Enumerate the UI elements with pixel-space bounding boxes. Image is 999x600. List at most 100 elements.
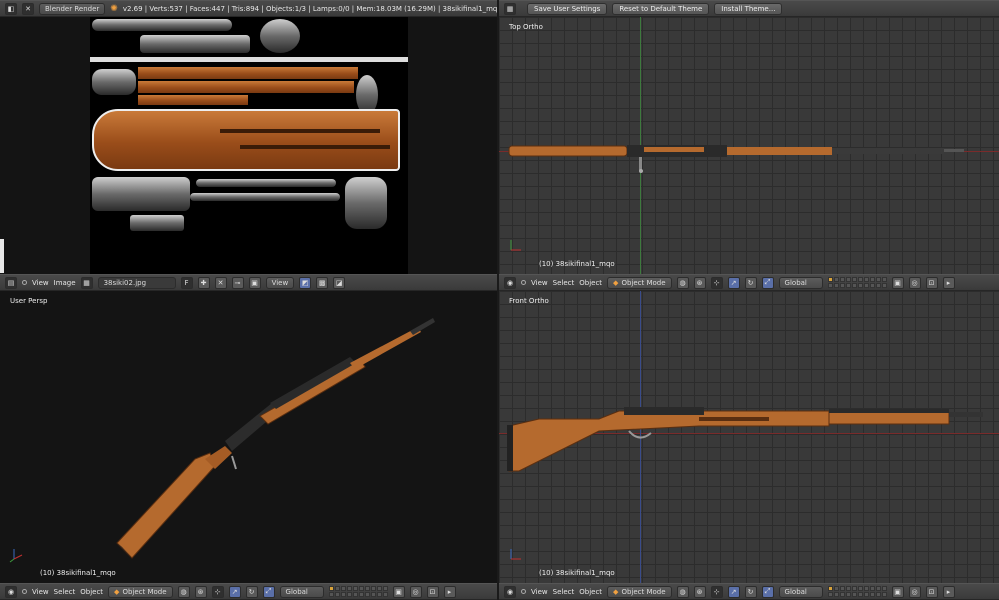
image-menu[interactable]: Image: [54, 279, 76, 287]
menu-toggle-icon[interactable]: [521, 280, 526, 285]
editor-type-icon[interactable]: ◧: [5, 2, 17, 15]
lock-layers-icon[interactable]: ▣: [891, 276, 904, 289]
image-name-label: 38siki02.jpg: [103, 278, 147, 287]
alpha-icon[interactable]: ▩: [316, 276, 329, 289]
view-menu[interactable]: View: [531, 588, 548, 596]
editor-type-icon[interactable]: ▤: [5, 276, 17, 289]
manipulator-toggle-icon[interactable]: ⊹: [710, 276, 723, 289]
view-mode-icon[interactable]: ▣: [248, 276, 261, 289]
lock-layers-icon[interactable]: ▣: [891, 585, 904, 598]
scale-icon[interactable]: ⤢: [262, 585, 275, 598]
object-menu[interactable]: Object: [80, 588, 103, 596]
image-name-field[interactable]: 38siki02.jpg: [97, 276, 176, 289]
unlink-image-icon[interactable]: ✕: [214, 276, 227, 289]
shading-icon[interactable]: ◍: [676, 585, 689, 598]
editor-type-icon[interactable]: ◉: [504, 585, 516, 598]
texture-handguard-top: [138, 67, 358, 79]
view-menu[interactable]: View: [32, 588, 49, 596]
snap-icon[interactable]: ⊡: [925, 585, 938, 598]
manipulator-toggle-icon[interactable]: ⊹: [211, 585, 224, 598]
texture-buttplate: [345, 177, 387, 229]
select-menu[interactable]: Select: [54, 588, 76, 596]
reset-theme-button[interactable]: Reset to Default Theme: [612, 2, 710, 15]
pivot-icon[interactable]: ⊛: [693, 585, 706, 598]
texture-band-part: [92, 69, 136, 95]
editor-type-icon[interactable]: ◉: [504, 276, 516, 289]
proportional-edit-icon[interactable]: ◎: [908, 276, 921, 289]
texture-white-strip: [90, 57, 408, 62]
rotate-icon[interactable]: ↻: [744, 585, 757, 598]
layer-buttons[interactable]: [827, 586, 887, 597]
editor-edge-handle[interactable]: [0, 239, 4, 273]
mode-label: Object Mode: [122, 587, 167, 596]
view-menu[interactable]: View: [32, 279, 49, 287]
axis-gizmo: [9, 549, 23, 563]
mode-select[interactable]: ◆ Object Mode: [607, 585, 672, 598]
object-menu[interactable]: Object: [579, 279, 602, 287]
select-menu[interactable]: Select: [553, 588, 575, 596]
active-object-info: (10) 38sikifinal1_mqo: [40, 569, 116, 577]
layer-buttons[interactable]: [328, 586, 388, 597]
uv-image-editor[interactable]: [0, 17, 497, 274]
render-icon[interactable]: ▸: [443, 585, 456, 598]
editor-type-icon[interactable]: ▦: [504, 2, 516, 15]
texture-handguard-low: [138, 95, 248, 105]
select-menu[interactable]: Select: [553, 279, 575, 287]
user-persp-viewport[interactable]: User Persp (10) 38sikifinal1_mqo: [0, 291, 497, 583]
active-object-info: (10) 38sikifinal1_mqo: [539, 569, 615, 577]
lock-layers-icon[interactable]: ▣: [392, 585, 405, 598]
shading-icon[interactable]: ◍: [676, 276, 689, 289]
image-browse-icon[interactable]: ▦: [80, 276, 93, 289]
mode-select[interactable]: ◆ Object Mode: [607, 276, 672, 289]
rotate-icon[interactable]: ↻: [245, 585, 258, 598]
texture-bolt-part: [92, 19, 232, 31]
pivot-icon[interactable]: ⊛: [194, 585, 207, 598]
scale-icon[interactable]: ⤢: [761, 585, 774, 598]
render-icon[interactable]: ▸: [942, 585, 955, 598]
menu-toggle-icon[interactable]: [521, 589, 526, 594]
render-engine-select[interactable]: Blender Render: [39, 2, 106, 15]
z-buffer-icon[interactable]: ◪: [333, 276, 346, 289]
fake-user-button[interactable]: F: [180, 276, 193, 289]
save-user-settings-button[interactable]: Save User Settings: [527, 2, 608, 15]
rifle-front-view: [507, 407, 983, 472]
front-ortho-viewport[interactable]: Front Ortho (10) 38sikifinal1_mqo: [499, 291, 999, 583]
layer-buttons[interactable]: [827, 277, 887, 288]
orientation-select[interactable]: Global: [778, 276, 823, 289]
top-ortho-viewport[interactable]: Top Ortho (10) 38sikifinal1_mqo: [499, 17, 999, 274]
view-mode-select[interactable]: View: [265, 276, 295, 289]
orientation-select[interactable]: Global: [778, 585, 823, 598]
install-theme-button[interactable]: Install Theme...: [714, 2, 783, 15]
snap-icon[interactable]: ⊡: [925, 276, 938, 289]
manipulator-toggle-icon[interactable]: ⊹: [710, 585, 723, 598]
scale-icon[interactable]: ⤢: [761, 276, 774, 289]
snap-icon[interactable]: ⊡: [426, 585, 439, 598]
translate-icon[interactable]: ↗: [727, 585, 740, 598]
proportional-edit-icon[interactable]: ◎: [409, 585, 422, 598]
proportional-edit-icon[interactable]: ◎: [908, 585, 921, 598]
texture-rod: [196, 179, 336, 187]
texture-plate: [130, 215, 184, 231]
close-icon[interactable]: ✕: [22, 2, 34, 15]
pin-icon[interactable]: ⊸: [231, 276, 244, 289]
axis-gizmo: [510, 549, 521, 560]
shading-icon[interactable]: ◍: [177, 585, 190, 598]
new-image-icon[interactable]: ✚: [197, 276, 210, 289]
view3d-header-front: ◉ View Select Object ◆ Object Mode ◍ ⊛ ⊹ …: [499, 583, 999, 600]
axis-gizmo: [510, 240, 521, 251]
translate-icon[interactable]: ↗: [228, 585, 241, 598]
orientation-select[interactable]: Global: [279, 585, 324, 598]
mode-select[interactable]: ◆ Object Mode: [108, 585, 173, 598]
draw-channels-icon[interactable]: ◩: [299, 276, 312, 289]
menu-toggle-icon[interactable]: [22, 280, 27, 285]
render-icon[interactable]: ▸: [942, 276, 955, 289]
translate-icon[interactable]: ↗: [727, 276, 740, 289]
object-menu[interactable]: Object: [579, 588, 602, 596]
view-menu[interactable]: View: [531, 279, 548, 287]
mode-label: Object Mode: [621, 587, 666, 596]
editor-type-icon[interactable]: ◉: [5, 585, 17, 598]
rotate-icon[interactable]: ↻: [744, 276, 757, 289]
menu-toggle-icon[interactable]: [22, 589, 27, 594]
pivot-icon[interactable]: ⊛: [693, 276, 706, 289]
texture-stock-slot: [220, 129, 380, 133]
